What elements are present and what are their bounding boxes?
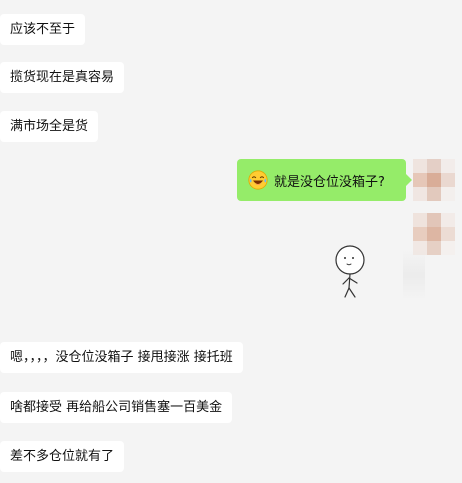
avatar-mosaic-tile: [427, 227, 441, 241]
message-text: 满市场全是货: [10, 119, 89, 134]
avatar-mosaic-tile: [441, 173, 455, 187]
avatar-mosaic-tile: [427, 159, 441, 173]
message-bubble-outgoing[interactable]: 就是没仓位没箱子?: [237, 159, 412, 201]
message-bubble-incoming[interactable]: 嗯，，，，没仓位没箱子 接甩接涨 接托班: [0, 342, 243, 373]
avatar-mosaic-tile: [427, 241, 441, 255]
avatar-mosaic-tile: [427, 187, 441, 201]
message-text: 应该不至于: [10, 22, 76, 37]
avatar-mosaic-tile: [441, 187, 455, 201]
avatar-mosaic-tile: [441, 241, 455, 255]
stick-figure-sticker-icon[interactable]: [326, 242, 376, 300]
avatar-mosaic-tile: [427, 213, 441, 227]
message-bubble-incoming[interactable]: 揽货现在是真容易: [0, 62, 125, 93]
avatar-mosaic-tile: [441, 213, 455, 227]
avatar-mosaic-tile: [413, 173, 427, 187]
avatar-mosaic-tile: [441, 227, 455, 241]
laughing-tears-emoji-icon: [248, 170, 268, 190]
message-text: 就是没仓位没箱子?: [274, 174, 385, 190]
avatar-mosaic-tile: [427, 173, 441, 187]
avatar[interactable]: [413, 213, 455, 255]
blurred-region: [403, 250, 425, 300]
avatar[interactable]: [413, 159, 455, 201]
message-bubble-incoming[interactable]: 应该不至于: [0, 14, 86, 45]
message-text: 嗯，，，，没仓位没箱子 接甩接涨 接托班: [10, 350, 233, 365]
message-text: 差不多仓位就有了: [10, 449, 115, 464]
avatar-mosaic-tile: [413, 187, 427, 201]
avatar-mosaic-tile: [413, 213, 427, 227]
message-text: 揽货现在是真容易: [10, 70, 115, 85]
avatar-mosaic-tile: [413, 227, 427, 241]
avatar-mosaic-tile: [441, 159, 455, 173]
message-text: 啥都接受 再给船公司销售塞一百美金: [10, 400, 223, 415]
message-bubble-incoming[interactable]: 差不多仓位就有了: [0, 441, 125, 472]
message-bubble-incoming[interactable]: 啥都接受 再给船公司销售塞一百美金: [0, 392, 233, 423]
message-bubble-incoming[interactable]: 满市场全是货: [0, 111, 99, 142]
avatar-mosaic-tile: [413, 159, 427, 173]
